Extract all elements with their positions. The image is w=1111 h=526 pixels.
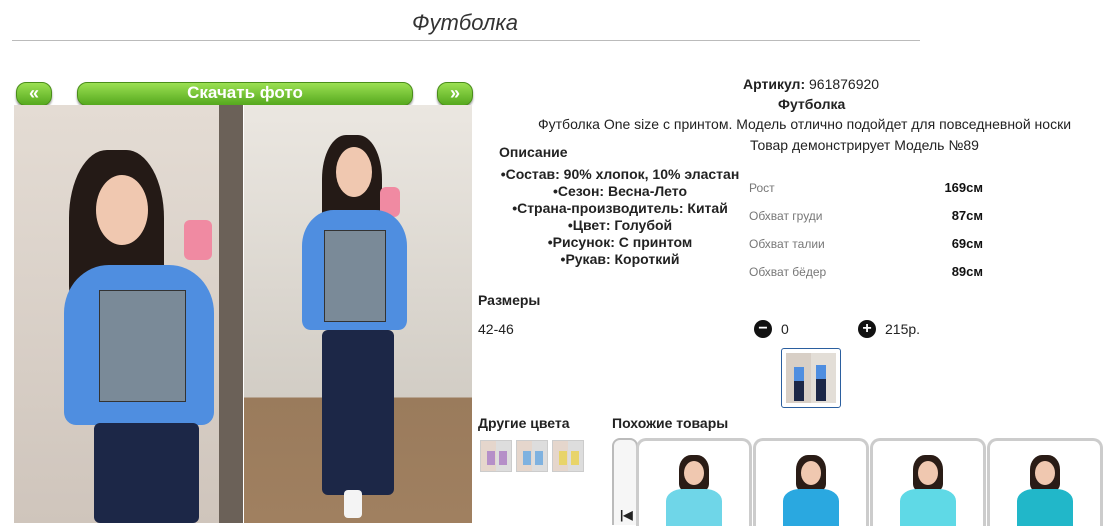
photo-panel-left (14, 105, 243, 523)
description-heading: Описание (499, 144, 568, 160)
next-photo-button[interactable]: » (437, 82, 473, 106)
measurement-value: 169см (944, 180, 983, 195)
details-list: Состав: 90% хлопок, 10% эластан Сезон: В… (490, 166, 750, 268)
title-divider (12, 40, 920, 41)
measurement-label: Обхват груди (749, 209, 823, 223)
carousel-prev-button[interactable]: |◀ (612, 438, 638, 525)
list-item: Рисунок: С принтом (490, 234, 750, 251)
arrow-left-icon: |◀ (620, 508, 633, 522)
list-item: Сезон: Весна-Лето (490, 183, 750, 200)
photo-panel-right (244, 105, 472, 523)
list-item: Рукав: Короткий (490, 251, 750, 268)
similar-product-card[interactable] (987, 438, 1103, 526)
other-colors-heading: Другие цвета (478, 415, 570, 431)
list-item: Страна-производитель: Китай (490, 200, 750, 217)
price-value: 215р. (885, 321, 921, 337)
article-value: 961876920 (809, 76, 880, 92)
model-measurements: Рост 169см Обхват груди 87см Обхват тали… (749, 178, 989, 290)
article-label: Артикул: (743, 76, 806, 92)
product-photo (14, 105, 472, 523)
download-photo-button[interactable]: Скачать фото (77, 82, 413, 106)
product-name: Футболка (778, 96, 846, 112)
measurement-value: 89см (951, 264, 983, 279)
color-swatch[interactable] (480, 440, 512, 472)
list-item: Цвет: Голубой (490, 217, 750, 234)
prev-photo-button[interactable]: « (16, 82, 52, 106)
measurement-value: 69см (951, 236, 983, 251)
measurement-row: Обхват груди 87см (749, 206, 989, 234)
measurement-row: Рост 169см (749, 178, 989, 206)
list-item: Состав: 90% хлопок, 10% эластан (490, 166, 750, 183)
increase-quantity-button[interactable]: + (858, 320, 876, 338)
quantity-value: 0 (781, 321, 789, 337)
measurement-label: Обхват бёдер (749, 265, 827, 279)
product-image (1012, 453, 1078, 526)
article-line: Артикул: 961876920 (743, 76, 879, 92)
sizes-heading: Размеры (478, 292, 541, 308)
similar-products-heading: Похожие товары (612, 415, 729, 431)
product-description: Футболка One size с принтом. Модель отли… (538, 116, 1072, 132)
page-title: Футболка (412, 10, 518, 35)
other-colors-list (480, 440, 588, 477)
measurement-row: Обхват бёдер 89см (749, 262, 989, 290)
product-image (895, 453, 961, 526)
decrease-quantity-button[interactable]: − (754, 320, 772, 338)
color-swatch[interactable] (516, 440, 548, 472)
similar-product-card[interactable] (636, 438, 752, 526)
measurement-label: Рост (749, 181, 775, 195)
product-image (778, 453, 844, 526)
photo-thumbnail[interactable] (781, 348, 841, 408)
measurement-row: Обхват талии 69см (749, 234, 989, 262)
size-value: 42-46 (478, 321, 514, 337)
similar-products-carousel: |◀ (612, 438, 1111, 526)
color-swatch[interactable] (552, 440, 584, 472)
similar-product-card[interactable] (753, 438, 869, 526)
product-image (661, 453, 727, 526)
similar-product-card[interactable] (870, 438, 986, 526)
measurement-label: Обхват талии (749, 237, 825, 251)
model-note: Товар демонстрирует Модель №89 (750, 137, 979, 153)
measurement-value: 87см (951, 208, 983, 223)
